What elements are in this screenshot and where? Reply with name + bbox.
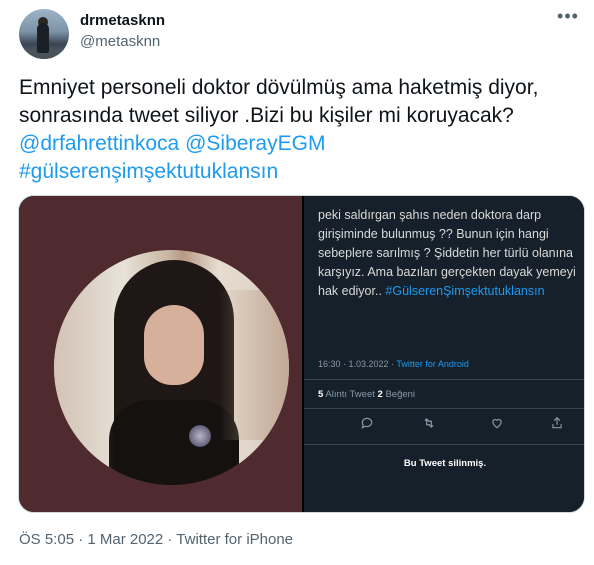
portrait-blur-right bbox=[219, 290, 289, 440]
mention-link[interactable]: @SiberayEGM bbox=[185, 132, 325, 155]
reply-icon bbox=[360, 416, 374, 433]
tweet-body: Emniyet personeli doktor dövülmüş ama ha… bbox=[19, 76, 539, 127]
mention-link[interactable]: @drfahrettinkoca bbox=[19, 132, 179, 155]
portrait-photo bbox=[54, 250, 289, 485]
portrait-badge bbox=[189, 425, 211, 447]
screenshot-stats: 5 Alıntı Tweet 2 Beğeni bbox=[318, 389, 415, 400]
like-icon bbox=[490, 416, 504, 433]
avatar[interactable] bbox=[19, 9, 69, 59]
screenshot-time: 16:30 · 1.03.2022 · bbox=[318, 359, 397, 369]
screenshot-tweet-text: peki saldırgan şahıs neden doktora darp … bbox=[318, 206, 576, 301]
media-screenshot[interactable]: peki saldırgan şahıs neden doktora darp … bbox=[304, 196, 584, 512]
avatar-person bbox=[37, 23, 49, 53]
screenshot-actions bbox=[304, 416, 584, 438]
quote-label: Alıntı Tweet bbox=[323, 389, 378, 400]
share-icon bbox=[550, 416, 564, 433]
tweet-text: Emniyet personeli doktor dövülmüş ama ha… bbox=[19, 74, 579, 186]
divider bbox=[304, 408, 584, 409]
like-label: Beğeni bbox=[382, 389, 416, 400]
portrait-face bbox=[144, 305, 204, 385]
media-photo[interactable] bbox=[19, 196, 302, 512]
deleted-notice: Bu Tweet silinmiş. bbox=[403, 458, 487, 469]
divider bbox=[304, 444, 584, 445]
media-grid: peki saldırgan şahıs neden doktora darp … bbox=[18, 195, 585, 513]
screenshot-hashtag: #GülserenŞimşektutuklansın bbox=[385, 284, 545, 298]
tweet-timestamp[interactable]: ÖS 5:05 · 1 Mar 2022 · Twitter for iPhon… bbox=[19, 531, 293, 548]
retweet-icon bbox=[422, 416, 436, 433]
screenshot-meta: 16:30 · 1.03.2022 · Twitter for Android bbox=[318, 359, 469, 369]
hashtag-link[interactable]: #gülserenşimşektutuklansın bbox=[19, 160, 278, 183]
user-handle[interactable]: @metasknn bbox=[80, 33, 160, 50]
screenshot-source: Twitter for Android bbox=[396, 359, 469, 369]
divider bbox=[304, 379, 584, 380]
display-name[interactable]: drmetasknn bbox=[80, 12, 165, 29]
more-options-icon[interactable]: ••• bbox=[556, 7, 580, 28]
portrait-blur-left bbox=[54, 250, 114, 485]
tweet: drmetasknn @metasknn ••• Emniyet persone… bbox=[0, 0, 594, 565]
